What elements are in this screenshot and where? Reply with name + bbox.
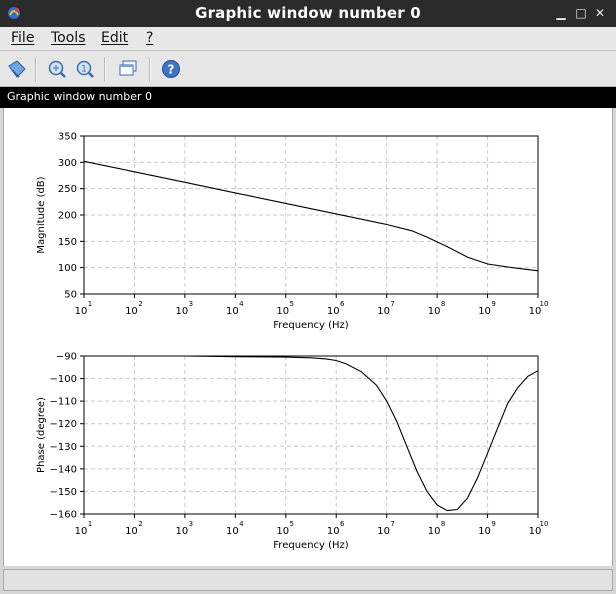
menu-help[interactable]: ?: [146, 30, 153, 46]
y-tick-label: −140: [50, 464, 77, 475]
y-tick-label: −150: [50, 487, 77, 498]
x-tick-label: 10: [377, 526, 390, 537]
series-line: [84, 355, 539, 512]
figure-label-bar: Graphic window number 0: [0, 87, 616, 108]
window-icon[interactable]: [117, 58, 139, 80]
x-tick-label: 10: [176, 526, 189, 537]
x-tick-exponent: 3: [189, 300, 193, 308]
plot-frame: [83, 355, 539, 515]
toolbar-separator: [104, 57, 106, 81]
menu-tools[interactable]: Tools: [51, 30, 86, 46]
zoom-icon[interactable]: [46, 58, 68, 80]
x-tick-label: 10: [226, 526, 239, 537]
x-tick-label: 10: [478, 306, 491, 317]
minimize-icon[interactable]: ▁: [553, 5, 569, 21]
x-tick-label: 10: [428, 526, 441, 537]
y-tick-label: 350: [58, 132, 77, 143]
x-axis-label: Frequency (Hz): [273, 540, 349, 551]
x-tick-label: 10: [276, 306, 289, 317]
x-tick-exponent: 8: [441, 300, 445, 308]
x-tick-label: 10: [478, 526, 491, 537]
y-tick-label: 100: [58, 263, 77, 274]
y-tick-label: 50: [64, 290, 77, 301]
y-tick-label: −160: [50, 510, 77, 521]
x-tick-label: 10: [327, 526, 340, 537]
x-axis-label: Frequency (Hz): [273, 320, 349, 331]
x-tick-exponent: 10: [540, 300, 549, 308]
x-tick-exponent: 6: [340, 300, 345, 308]
y-axis-label: Phase (degree): [36, 397, 47, 473]
bode-plot-svg[interactable]: 1011021031041051061071081091010350300250…: [4, 108, 612, 566]
x-tick-label: 10: [327, 306, 340, 317]
svg-text:1: 1: [81, 65, 87, 75]
window-title: Graphic window number 0: [195, 4, 421, 22]
status-bar: [3, 569, 613, 591]
close-icon[interactable]: ✕: [592, 5, 608, 21]
y-tick-label: 150: [58, 237, 77, 248]
x-tick-exponent: 2: [138, 300, 142, 308]
x-tick-exponent: 8: [441, 520, 445, 528]
x-tick-exponent: 10: [540, 520, 549, 528]
figure-label: Graphic window number 0: [7, 90, 152, 103]
x-tick-label: 10: [226, 306, 239, 317]
x-tick-label: 10: [125, 306, 138, 317]
x-tick-exponent: 9: [491, 300, 495, 308]
y-axis-label: Magnitude (dB): [36, 176, 47, 253]
svg-text:?: ?: [168, 63, 175, 77]
toolbar-separator: [149, 57, 151, 81]
x-tick-exponent: 5: [290, 520, 294, 528]
y-tick-label: −110: [50, 397, 77, 408]
chart-1: 1011021031041051061071081091010350300250…: [36, 132, 548, 332]
x-tick-exponent: 3: [189, 520, 193, 528]
menu-bar: File Tools Edit ?: [0, 27, 616, 51]
help-icon[interactable]: ?: [160, 58, 182, 80]
y-tick-label: 200: [58, 211, 77, 222]
x-tick-label: 10: [75, 526, 88, 537]
y-tick-label: −90: [56, 352, 77, 363]
x-tick-label: 10: [125, 526, 138, 537]
x-tick-exponent: 7: [390, 300, 394, 308]
toolbar-separator: [35, 57, 37, 81]
menu-file[interactable]: File: [11, 30, 34, 46]
datatip-icon[interactable]: [6, 58, 28, 80]
maximize-icon[interactable]: □: [573, 5, 589, 21]
y-tick-label: −100: [50, 374, 77, 385]
y-tick-label: 300: [58, 158, 77, 169]
x-tick-exponent: 6: [340, 520, 345, 528]
y-tick-label: 250: [58, 184, 77, 195]
x-tick-exponent: 1: [88, 520, 92, 528]
chart-2: 1011021031041051061071081091010−90−100−1…: [36, 352, 548, 552]
x-tick-label: 10: [377, 306, 390, 317]
x-tick-label: 10: [176, 306, 189, 317]
x-tick-label: 10: [276, 526, 289, 537]
graphic-canvas[interactable]: 10 1 10 2 10 3 10 4 10 5 10 6 10 7 10 8 10 9 10 10 350 300 250…: [3, 108, 613, 566]
toolbar: 1 ?: [0, 51, 616, 87]
x-tick-exponent: 7: [390, 520, 394, 528]
y-tick-label: −130: [50, 442, 77, 453]
x-tick-exponent: 2: [138, 520, 142, 528]
x-tick-exponent: 1: [88, 300, 92, 308]
x-tick-label: 10: [75, 306, 88, 317]
x-tick-exponent: 4: [239, 300, 244, 308]
x-tick-exponent: 9: [491, 520, 495, 528]
x-tick-label: 10: [428, 306, 441, 317]
unzoom-icon[interactable]: 1: [74, 58, 96, 80]
y-tick-label: −120: [50, 419, 77, 430]
x-tick-exponent: 5: [290, 300, 294, 308]
title-bar: Graphic window number 0 ▁ □ ✕: [0, 0, 616, 27]
series-line: [83, 160, 539, 272]
x-tick-exponent: 4: [239, 520, 244, 528]
menu-edit[interactable]: Edit: [101, 30, 128, 46]
